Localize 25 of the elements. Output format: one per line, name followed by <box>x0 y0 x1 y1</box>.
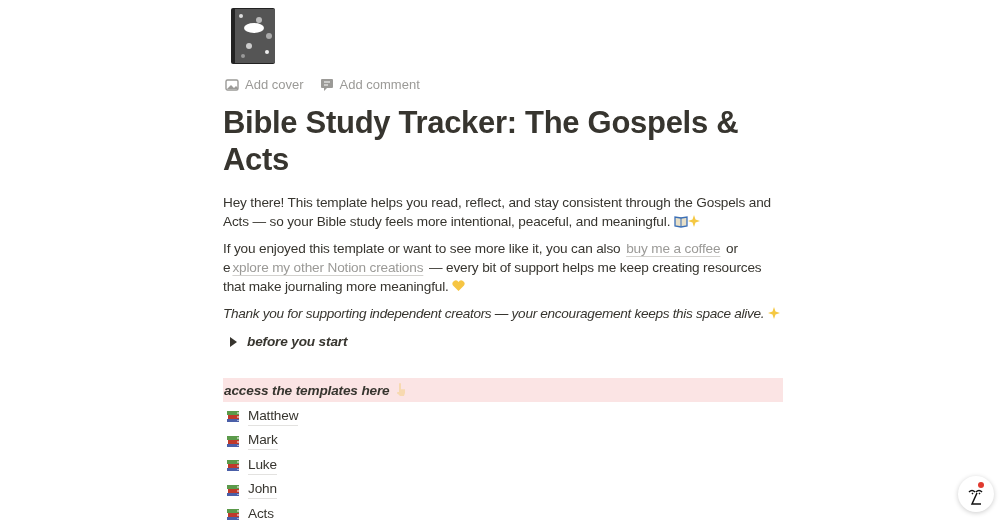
books-icon <box>226 409 240 424</box>
image-icon <box>225 78 239 92</box>
books-icon <box>226 507 240 522</box>
pointing-down-icon <box>395 383 406 397</box>
comment-icon <box>319 78 334 92</box>
intro-paragraph: Hey there! This template helps you read, reflect, and stay consistent through the Gospels and Acts — so your Bible study feels more intentional, peaceful, and meaningful. <box>223 194 772 231</box>
callout-text: access the templates here <box>224 381 390 400</box>
sparkle-icon <box>687 215 700 227</box>
sparkle-icon <box>767 307 780 319</box>
books-icon <box>226 458 240 473</box>
page-link[interactable]: Acts <box>248 504 274 522</box>
help-button[interactable] <box>958 476 994 512</box>
books-icon <box>226 482 240 497</box>
page-link[interactable]: Mark <box>248 431 278 451</box>
page-title: Bible Study Tracker: The Gospels & Acts <box>223 104 740 178</box>
book-icon <box>673 214 688 228</box>
page-link[interactable]: Matthew <box>248 406 299 426</box>
toggle-label: before you start <box>247 333 348 351</box>
heart-icon <box>452 280 466 292</box>
page-link[interactable]: John <box>248 480 277 500</box>
thanks-paragraph: Thank you for supporting independent creators — your encouragement keeps this space alive. <box>223 301 783 326</box>
support-paragraph: If you enjoyed this template or want to see more like it, you can also buy me a coffee or e xplore my other Notion creations — every bit of support helps me keep creating resources that make journaling more meaningful. <box>223 240 763 296</box>
page-link[interactable]: Luke <box>248 455 277 475</box>
toggle-arrow-icon[interactable] <box>227 335 239 348</box>
books-icon <box>226 433 240 448</box>
